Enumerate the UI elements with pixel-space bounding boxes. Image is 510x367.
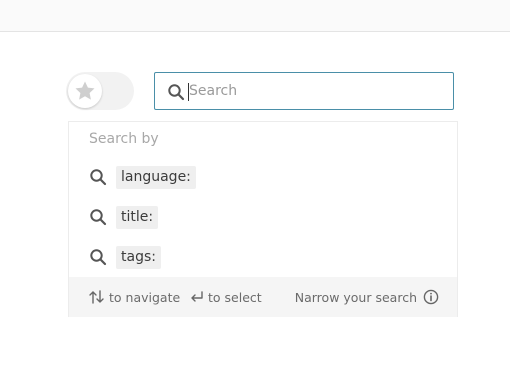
info-icon[interactable] — [423, 289, 439, 305]
dropdown-heading: Search by — [89, 131, 159, 147]
search-suggestions-dropdown: Search by language: title: tags: to navi… — [68, 121, 458, 317]
search-field[interactable] — [154, 72, 454, 110]
suggestion-tags[interactable]: tags: — [89, 245, 439, 269]
select-hint: to select — [189, 277, 262, 317]
select-hint-text: to select — [208, 289, 262, 305]
navigate-hint-text: to navigate — [109, 289, 181, 305]
search-icon — [168, 84, 185, 101]
suggestion-label: title: — [116, 205, 159, 229]
suggestion-label: tags: — [116, 245, 161, 269]
search-icon — [90, 249, 107, 266]
enter-key-icon — [191, 291, 203, 302]
star-icon — [75, 81, 95, 100]
search-icon — [90, 209, 107, 226]
favorites-toggle[interactable] — [66, 72, 134, 110]
search-input[interactable] — [189, 79, 444, 103]
top-bar — [0, 0, 510, 32]
suggestion-language[interactable]: language: — [89, 165, 439, 189]
dropdown-footer: to navigate to select Narrow your search — [69, 277, 457, 317]
suggestion-label: language: — [116, 165, 196, 189]
narrow-search-text: Narrow your search — [294, 289, 417, 305]
search-icon — [90, 169, 107, 186]
arrows-up-down-icon — [89, 290, 104, 304]
suggestion-title[interactable]: title: — [89, 205, 439, 229]
toggle-knob[interactable] — [68, 74, 102, 108]
navigate-hint: to navigate — [88, 277, 180, 317]
narrow-search-help[interactable]: Narrow your search — [295, 277, 439, 317]
